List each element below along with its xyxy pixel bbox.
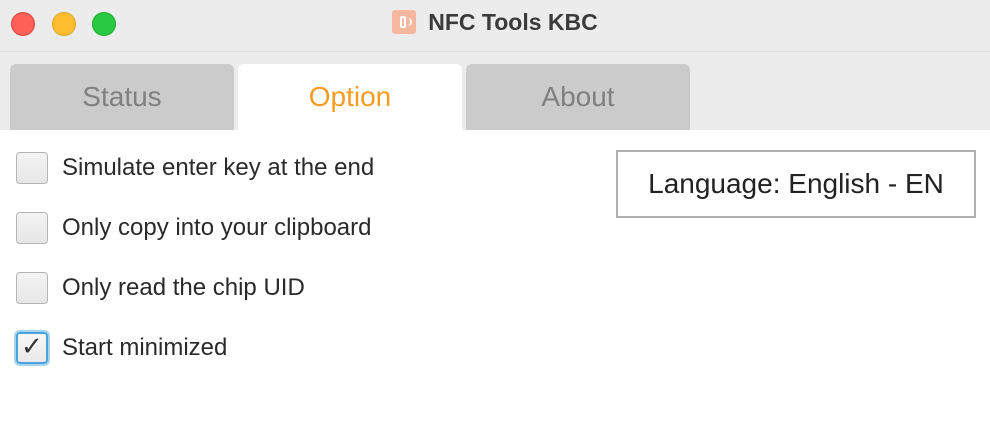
nfc-app-icon [392, 10, 417, 34]
option-start-minimized[interactable]: ✓ Start minimized [16, 330, 227, 366]
window-title-text: NFC Tools KBC [428, 8, 598, 35]
read-uid-checkbox[interactable] [16, 272, 48, 304]
title-bar: NFC Tools KBC [0, 0, 990, 52]
tab-status-label: Status [82, 81, 162, 112]
tab-option-label: Option [308, 81, 392, 112]
tab-about-label: About [541, 81, 615, 112]
language-button-label: Language: English - EN [648, 168, 944, 199]
checkmark-icon: ✓ [21, 332, 43, 362]
tab-about[interactable]: About [466, 64, 690, 130]
options-panel: Simulate enter key at the end Only copy … [0, 130, 990, 442]
tab-bar: Status Option About [0, 52, 990, 130]
language-button[interactable]: Language: English - EN [616, 150, 976, 218]
window-title: NFC Tools KBC [0, 0, 990, 44]
tab-option[interactable]: Option [238, 64, 462, 130]
clipboard-only-label: Only copy into your clipboard [62, 214, 372, 241]
start-minimized-label: Start minimized [62, 334, 228, 361]
option-simulate-enter[interactable]: Simulate enter key at the end [16, 150, 374, 186]
simulate-enter-label: Simulate enter key at the end [62, 154, 375, 181]
simulate-enter-checkbox[interactable] [16, 152, 48, 184]
option-clipboard-only[interactable]: Only copy into your clipboard [16, 210, 372, 246]
option-read-uid[interactable]: Only read the chip UID [16, 270, 305, 306]
clipboard-only-checkbox[interactable] [16, 212, 48, 244]
start-minimized-checkbox[interactable]: ✓ [16, 332, 48, 364]
tab-status[interactable]: Status [10, 64, 234, 130]
read-uid-label: Only read the chip UID [62, 274, 305, 301]
